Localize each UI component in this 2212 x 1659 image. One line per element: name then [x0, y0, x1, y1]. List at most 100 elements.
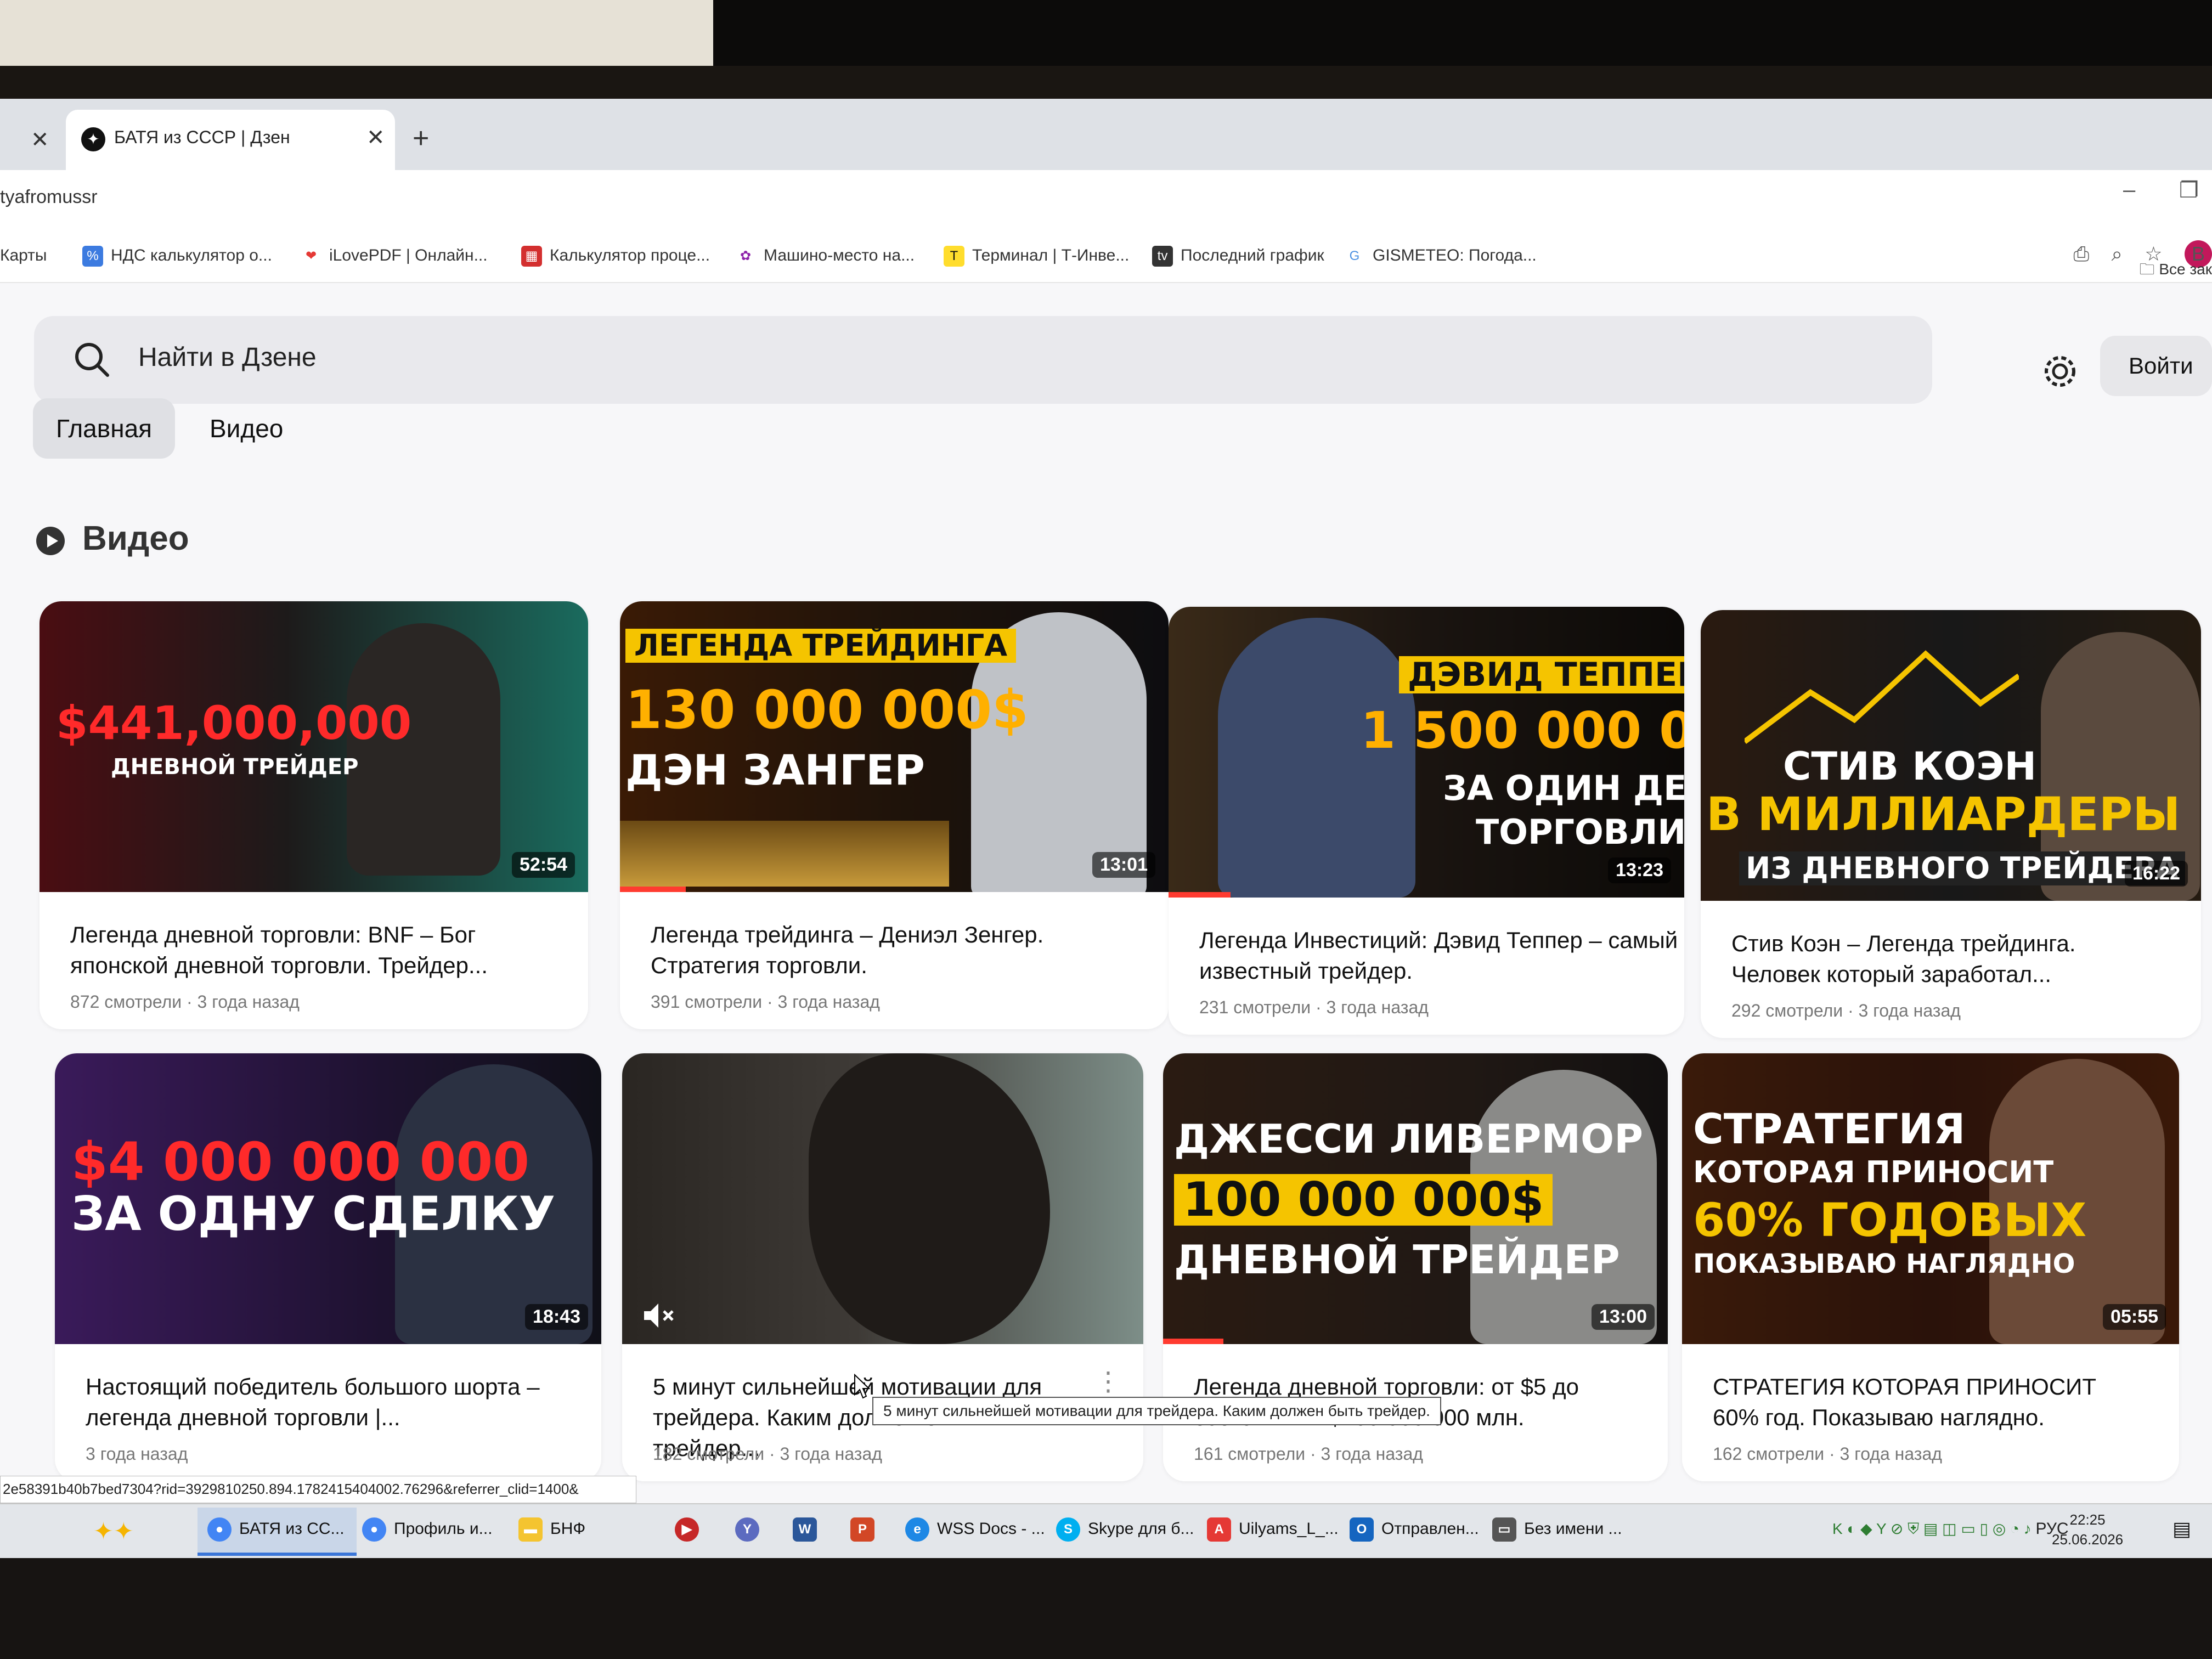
thumbnail-text: ДЭВИД ТЕППЕР [1399, 656, 1684, 693]
video-section-icon [36, 527, 65, 555]
video-title[interactable]: Легенда Инвестиций: Дэвид Теппер – самый… [1199, 925, 1684, 986]
all-bookmarks[interactable]: 🗀 Все зак [2140, 258, 2212, 284]
more-options-icon[interactable]: ⋮ [1095, 1366, 1121, 1397]
video-title[interactable]: СТРАТЕГИЯ КОТОРАЯ ПРИНОСИТ 60% год. Пока… [1713, 1372, 2141, 1433]
taskbar-item[interactable]: ● Профиль и... [362, 1517, 493, 1542]
search-input[interactable]: Найти в Дзене [138, 342, 317, 373]
tab-previous[interactable]: ✕ [0, 115, 66, 170]
thumbnail-text: КОТОРАЯ ПРИНОСИТ [1693, 1155, 2054, 1189]
taskbar-item[interactable]: e WSS Docs - ... [905, 1517, 1045, 1542]
pdf-icon: A [1207, 1517, 1231, 1542]
taskbar-app[interactable]: Y [735, 1517, 767, 1542]
video-title[interactable]: Легенда трейдинга – Дениэл Зенгер. Страт… [651, 919, 1139, 981]
system-tray: K ◐ ◆ Y ⊘ ⛨ ▤ ◫ ▭ ▯ ◎ ◔ ♪ РУС [1832, 1520, 2069, 1538]
bookmark-item[interactable]: ❤ iLovePDF | Онлайн... [301, 246, 488, 267]
person-face [809, 1053, 1050, 1344]
tab-active[interactable]: ✦ БАТЯ из СССР | Дзен ✕ [66, 110, 395, 170]
search-icon [75, 343, 109, 377]
video-card[interactable]: СТРАТЕГИЯ КОТОРАЯ ПРИНОСИТ 60% ГОДОВЫХ П… [1682, 1053, 2179, 1481]
video-thumbnail[interactable]: ДЭВИД ТЕППЕР 1 500 000 000 ЗА ОДИН ДЕНЬ … [1169, 607, 1684, 898]
zen-page: Найти в Дзене Войти Главная Видео Видео … [0, 283, 2212, 1558]
tray-icons[interactable]: K ◐ ◆ Y ⊘ ⛨ ▤ ◫ ▭ ▯ ◎ ◔ ♪ [1832, 1520, 2036, 1537]
video-thumbnail[interactable]: $4 000 000 000 ЗА ОДНУ СДЕЛКУ 18:43 [55, 1053, 601, 1344]
new-tab-icon[interactable]: + [413, 122, 429, 155]
video-thumbnail[interactable]: СТРАТЕГИЯ КОТОРАЯ ПРИНОСИТ 60% ГОДОВЫХ П… [1682, 1053, 2179, 1344]
folder-icon: ▬ [518, 1517, 543, 1542]
media-player-icon: ▶ [675, 1517, 699, 1542]
edge-icon: e [905, 1517, 929, 1542]
video-card[interactable]: $441,000,000 ДНЕВНОЙ ТРЕЙДЕР 52:54 Леген… [40, 601, 588, 1029]
video-card[interactable]: ЛЕГЕНДА ТРЕЙДИНГА 130 000 000$ ДЭН ЗАНГЕ… [620, 601, 1169, 1029]
tab-video[interactable]: Видео [187, 398, 306, 459]
close-icon[interactable]: ✕ [31, 127, 49, 153]
start-sparkle-icon[interactable]: ✦✦ [93, 1517, 134, 1545]
video-thumbnail[interactable]: СТИВ КОЭН В МИЛЛИАРДЕРЫ ИЗ ДНЕВНОГО ТРЕЙ… [1701, 610, 2201, 901]
video-title[interactable]: Настоящий победитель большого шорта – ле… [86, 1372, 574, 1433]
tab-home[interactable]: Главная [33, 398, 176, 459]
bookmark-item[interactable]: ✿ Машино-место на... [735, 246, 915, 267]
close-icon[interactable]: ✕ [366, 125, 385, 150]
bookmark-item[interactable]: % НДС калькулятор о... [82, 246, 272, 267]
bookmark-item[interactable]: T Терминал | Т-Инве... [944, 246, 1129, 267]
folder-icon: 🗀 [2139, 261, 2159, 278]
gear-flower-icon: ✿ [740, 249, 752, 263]
bookmark-item[interactable]: ▦ Калькулятор проце... [521, 246, 710, 267]
video-thumbnail[interactable]: ЛЕГЕНДА ТРЕЙДИНГА 130 000 000$ ДЭН ЗАНГЕ… [620, 601, 1169, 892]
taskbar-item[interactable]: ▭ Без имени ... [1492, 1517, 1622, 1542]
thumbnail-text: ТОРГОВЛИ [1476, 812, 1684, 852]
thumbnail-text: ПОКАЗЫВАЮ НАГЛЯДНО [1693, 1249, 2075, 1279]
duration-badge: 13:23 [1608, 857, 1671, 883]
address-bar[interactable]: tyafromussr – ❐ [0, 170, 2212, 230]
clock-date: 25.06.2026 [2052, 1531, 2124, 1548]
taskbar-item[interactable]: A Uilyams_L_... [1207, 1517, 1339, 1542]
login-button[interactable]: Войти [2100, 336, 2212, 396]
outlook-icon: O [1350, 1517, 1374, 1542]
mute-icon[interactable] [642, 1300, 676, 1331]
zoom-icon[interactable]: ⌕ [2112, 242, 2123, 266]
taskbar: ✦✦ ● БАТЯ из СС... ● Профиль и... ▬ БНФ ▶ Y… [0, 1503, 2212, 1558]
thumbnail-text: $441,000,000 [56, 696, 412, 750]
gear-icon[interactable] [2041, 352, 2079, 391]
money-pile-image [620, 821, 949, 887]
paper-sheet-background [0, 0, 713, 66]
status-bar-url: 2e58391b40b7bed7304?rid=3929810250.894.1… [0, 1476, 636, 1503]
video-card[interactable]: СТИВ КОЭН В МИЛЛИАРДЕРЫ ИЗ ДНЕВНОГО ТРЕЙ… [1701, 610, 2201, 1038]
thumbnail-text: ДНЕВНОЙ ТРЕЙДЕР [111, 754, 359, 780]
video-thumbnail[interactable] [622, 1053, 1143, 1344]
address-url[interactable]: tyafromussr [0, 187, 98, 208]
clock[interactable]: 22:25 25.06.2026 [2052, 1510, 2123, 1549]
restore-icon[interactable]: ❐ [2179, 178, 2199, 203]
bookmark-item[interactable]: tv Последний график [1152, 246, 1324, 267]
bookmark-item[interactable]: G GISMETEO: Погода... [1344, 246, 1537, 267]
install-icon[interactable]: ⎙ [2073, 242, 2089, 266]
video-card[interactable]: $4 000 000 000 ЗА ОДНУ СДЕЛКУ 18:43 Наст… [55, 1053, 601, 1481]
video-meta: 872 смотрели · 3 года назад [70, 992, 300, 1012]
zen-favicon-icon: ✦ [81, 127, 105, 151]
search-bar[interactable]: Найти в Дзене [34, 316, 1932, 404]
duration-badge: 16:22 [2125, 861, 2188, 887]
taskbar-item[interactable]: S Skype для б... [1056, 1517, 1194, 1542]
mouse-cursor-icon [854, 1374, 870, 1399]
video-thumbnail[interactable]: $441,000,000 ДНЕВНОЙ ТРЕЙДЕР 52:54 [40, 601, 588, 892]
powerpoint-icon: P [850, 1517, 874, 1542]
taskbar-item[interactable]: ● БАТЯ из СС... [207, 1517, 345, 1542]
section-title: Видео [82, 520, 189, 557]
watch-progress [1163, 1339, 1224, 1344]
taskbar-app[interactable]: P [850, 1517, 882, 1542]
taskbar-item[interactable]: O Отправлен... [1350, 1517, 1479, 1542]
thumbnail-text: СТИВ КОЭН [1783, 744, 2037, 789]
bookmark-item[interactable]: Карты [0, 246, 47, 267]
video-card[interactable]: ДЭВИД ТЕППЕР 1 500 000 000 ЗА ОДИН ДЕНЬ … [1169, 607, 1684, 1035]
duration-badge: 13:01 [1092, 852, 1155, 878]
minimize-icon[interactable]: – [2123, 178, 2135, 202]
thumbnail-text: ИЗ ДНЕВНОГО ТРЕЙДЕРА [1739, 851, 2185, 885]
video-title[interactable]: Стив Коэн – Легенда трейдинга. Человек к… [1731, 928, 2170, 990]
video-meta: 161 смотрели · 3 года назад [1194, 1444, 1423, 1464]
taskbar-app[interactable]: W [793, 1517, 825, 1542]
video-title[interactable]: Легенда дневной торговли: BNF – Бог япон… [70, 919, 558, 981]
video-thumbnail[interactable]: ДЖЕССИ ЛИВЕРМОР 100 000 000$ ДНЕВНОЙ ТРЕ… [1163, 1053, 1668, 1344]
taskbar-item[interactable]: ▬ БНФ [518, 1517, 585, 1542]
taskbar-app[interactable]: ▶ [675, 1517, 707, 1542]
video-meta: 162 смотрели · 3 года назад [1713, 1444, 1942, 1464]
notifications-icon[interactable]: ▤ [2172, 1517, 2191, 1541]
